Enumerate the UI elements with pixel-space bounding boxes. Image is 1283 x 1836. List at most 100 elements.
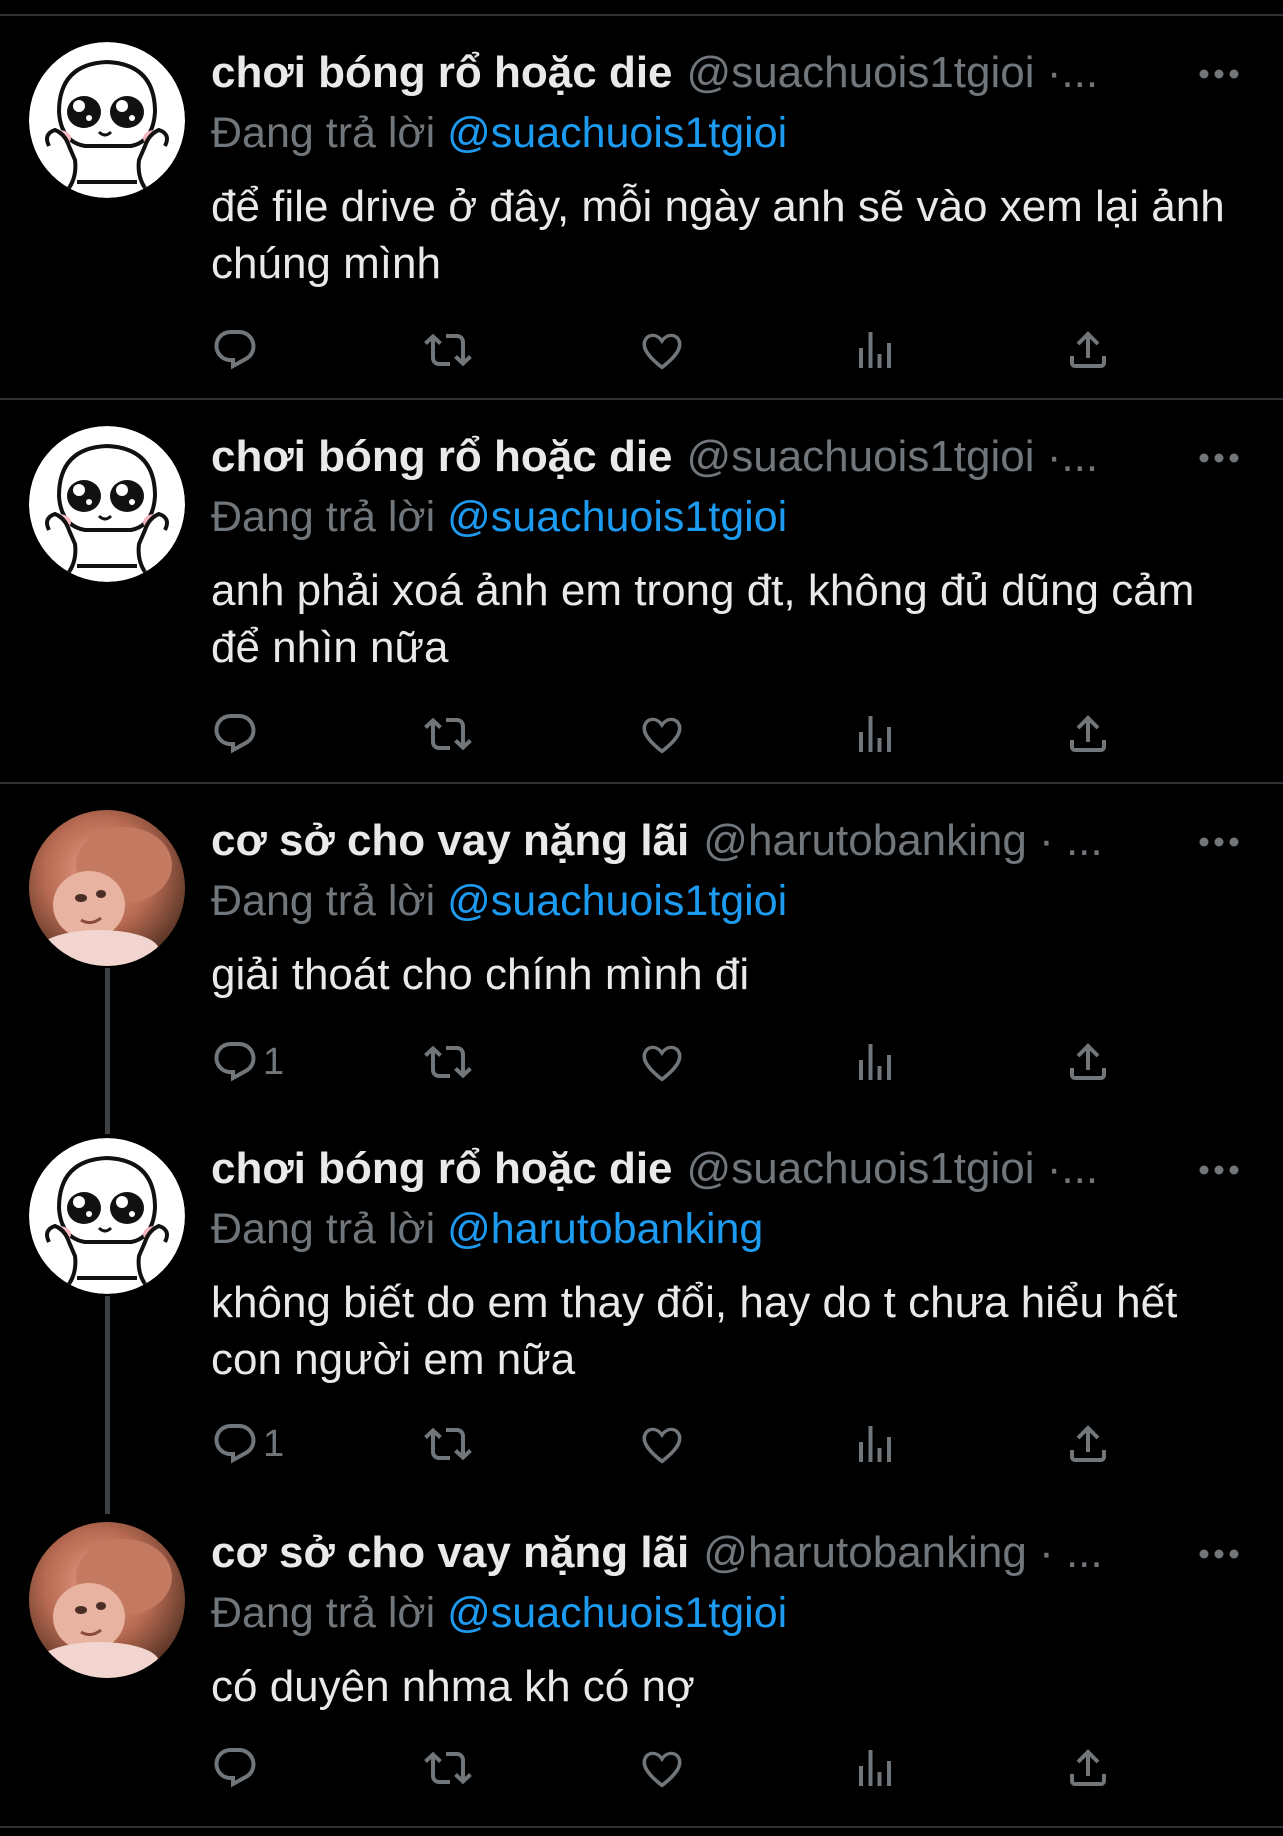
reply-mention-link[interactable]: @suachuois1tgioi [447,109,787,157]
user-handle[interactable]: @suachuois1tgioi [687,1144,1035,1193]
more-options-icon[interactable] [1199,69,1239,79]
timestamp-ellipsis: ·... [1034,1144,1099,1193]
replying-to: Đang trả lời @suachuois1tgioi [211,1584,1283,1642]
views-icon [851,1038,899,1086]
views-icon [851,1744,899,1792]
reply-icon [211,1038,259,1086]
share-icon [1064,1744,1112,1792]
retweet-icon [424,1420,472,1468]
replying-to: Đang trả lời @harutobanking [211,1200,1283,1258]
views-button[interactable] [851,320,899,380]
views-button[interactable] [851,1738,899,1798]
display-name[interactable]: cơ sở cho vay nặng lãi [211,816,689,865]
display-name[interactable]: chơi bóng rổ hoặc die [211,432,673,481]
action-bar [211,1738,1111,1798]
like-button[interactable] [638,1738,686,1798]
display-name[interactable]: chơi bóng rổ hoặc die [211,48,673,97]
reply-count: 1 [263,1422,285,1465]
reply-button[interactable] [211,704,263,764]
like-button[interactable] [638,1414,686,1474]
user-handle[interactable]: @suachuois1tgioi [687,432,1035,481]
reply-button[interactable] [211,320,263,380]
timestamp-ellipsis: ·... [1034,48,1099,97]
cartoon-avatar-icon [29,426,185,582]
heart-icon [638,1744,686,1792]
share-icon [1064,710,1112,758]
reply-count: 1 [263,1040,285,1083]
replying-to-label: Đang trả lời [211,109,448,157]
reply-mention-link[interactable]: @suachuois1tgioi [447,1589,787,1637]
user-handle[interactable]: @harutobanking [703,816,1027,865]
avatar[interactable] [29,1522,185,1678]
views-icon [851,326,899,374]
reply-mention-link[interactable]: @suachuois1tgioi [447,877,787,925]
heart-icon [638,1038,686,1086]
user-handle[interactable]: @suachuois1tgioi [687,48,1035,97]
timestamp-ellipsis: · ... [1026,1528,1103,1577]
like-button[interactable] [638,704,686,764]
more-options-icon[interactable] [1199,837,1239,847]
retweet-icon [424,1744,472,1792]
reply-button[interactable] [211,1738,263,1798]
views-button[interactable] [851,704,899,764]
reply-icon [211,326,259,374]
reply-mention-link[interactable]: @harutobanking [447,1205,763,1253]
like-button[interactable] [638,1032,686,1092]
retweet-button[interactable] [424,1414,472,1474]
share-button[interactable] [1064,1414,1112,1474]
retweet-button[interactable] [424,320,472,380]
display-name[interactable]: cơ sở cho vay nặng lãi [211,1528,689,1577]
avatar[interactable] [29,1138,185,1294]
tweet-text: không biết do em thay đổi, hay do t chưa… [211,1278,1178,1384]
cartoon-avatar-icon [29,1138,185,1294]
more-options-icon[interactable] [1199,1165,1239,1175]
tweet-2[interactable]: chơi bóng rổ hoặc die @suachuois1tgioi ·.… [0,400,1283,784]
share-button[interactable] [1064,1738,1112,1798]
photo-avatar-icon [29,810,185,966]
user-handle[interactable]: @harutobanking [703,1528,1027,1577]
action-bar [211,704,1111,764]
heart-icon [638,710,686,758]
share-icon [1064,326,1112,374]
display-name[interactable]: chơi bóng rổ hoặc die [211,1144,673,1193]
more-options-icon[interactable] [1199,453,1239,463]
share-button[interactable] [1064,320,1112,380]
reply-icon [211,1420,259,1468]
views-icon [851,710,899,758]
tweet-1[interactable]: chơi bóng rổ hoặc die @suachuois1tgioi ·.… [0,16,1283,400]
tweet-5[interactable]: cơ sở cho vay nặng lãi @harutobanking · .… [0,1496,1283,1828]
share-button[interactable] [1064,704,1112,764]
retweet-button[interactable] [424,1738,472,1798]
retweet-button[interactable] [424,1032,472,1092]
retweet-icon [424,1038,472,1086]
tweet-text: giải thoát cho chính mình đi [211,950,750,999]
views-button[interactable] [851,1414,899,1474]
more-options-icon[interactable] [1199,1549,1239,1559]
action-bar: 1 [211,1032,1111,1092]
tweet-4[interactable]: chơi bóng rổ hoặc die @suachuois1tgioi ·.… [0,1112,1283,1496]
timestamp-ellipsis: · ... [1026,816,1103,865]
avatar[interactable] [29,810,185,966]
timestamp-ellipsis: ·... [1034,432,1099,481]
retweet-icon [424,710,472,758]
reply-icon [211,710,259,758]
avatar[interactable] [29,42,185,198]
avatar[interactable] [29,426,185,582]
share-button[interactable] [1064,1032,1112,1092]
replying-to-label: Đang trả lời [211,1205,448,1253]
share-icon [1064,1420,1112,1468]
views-button[interactable] [851,1032,899,1092]
cartoon-avatar-icon [29,42,185,198]
replying-to-label: Đang trả lời [211,877,448,925]
action-bar [211,320,1111,380]
reply-mention-link[interactable]: @suachuois1tgioi [447,493,787,541]
share-icon [1064,1038,1112,1086]
retweet-button[interactable] [424,704,472,764]
tweet-text: để file drive ở đây, mỗi ngày anh sẽ vào… [211,182,1225,288]
reply-icon [211,1744,259,1792]
reply-button[interactable]: 1 [211,1032,284,1092]
tweet-3[interactable]: cơ sở cho vay nặng lãi @harutobanking · .… [0,784,1283,1112]
reply-button[interactable]: 1 [211,1414,284,1474]
replying-to: Đang trả lời @suachuois1tgioi [211,872,1283,930]
like-button[interactable] [638,320,686,380]
